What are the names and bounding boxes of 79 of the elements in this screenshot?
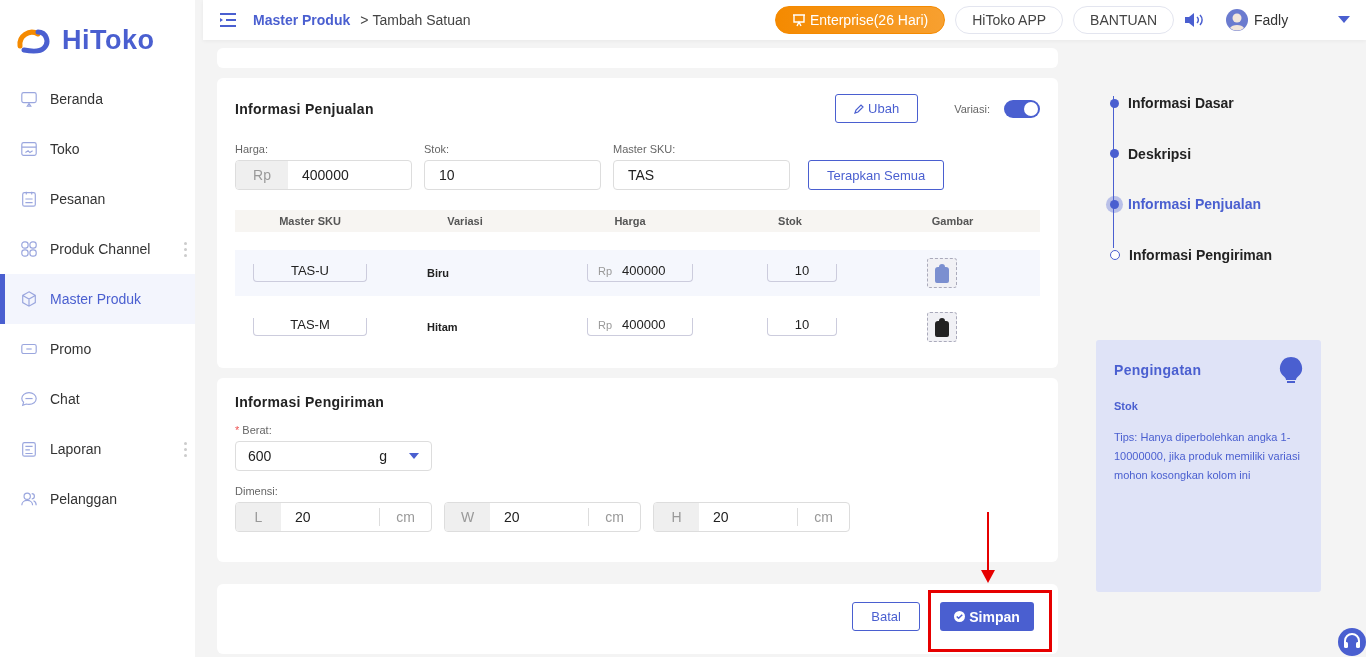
- table-cell-text: Biru: [426, 267, 450, 279]
- chat-bubble-icon: [20, 390, 38, 408]
- sidebar-item[interactable]: Master Produk: [0, 274, 195, 324]
- backpack-icon[interactable]: [935, 317, 949, 337]
- variation-toggle[interactable]: [1004, 99, 1040, 118]
- sidebar-item[interactable]: Pelanggan: [0, 474, 195, 524]
- column-header: Stok: [777, 215, 803, 227]
- grid-icon: [20, 240, 38, 258]
- cube-icon: [20, 290, 38, 308]
- reminder-text: Tips: Hanya diperbolehkan angka 1-10000000, jika produk memiliki variasi mohon kosongkan kolom ini: [1114, 430, 1301, 483]
- report-icon: [20, 440, 38, 458]
- step-item[interactable]: Informasi Penjualan: [1110, 179, 1321, 230]
- step-item[interactable]: Informasi Pengiriman: [1110, 229, 1321, 280]
- column-header: Master SKU: [278, 215, 342, 227]
- field-label: Stok:: [424, 143, 451, 155]
- breadcrumb-link[interactable]: Master Produk: [253, 12, 351, 28]
- step-dot-icon: [1110, 249, 1120, 260]
- presentation-board-icon: [791, 13, 806, 27]
- field-label: Berat:: [242, 424, 272, 436]
- section-title: Informasi Pengiriman: [235, 394, 386, 410]
- input-field[interactable]: Rp 400000: [235, 160, 412, 190]
- dimension-field[interactable]: W 20 cm: [444, 502, 641, 532]
- sidebar-item[interactable]: Promo: [0, 324, 195, 374]
- dimension-field[interactable]: L 20 cm: [235, 502, 432, 532]
- step-item[interactable]: Deskripsi: [1110, 128, 1321, 179]
- field-label: Dimensi:: [235, 485, 279, 497]
- weight-select[interactable]: 600 g: [235, 441, 432, 471]
- monitor-icon: [20, 90, 38, 108]
- price-field[interactable]: Rp 400000: [587, 264, 693, 282]
- column-header: Harga: [613, 215, 647, 227]
- app-button[interactable]: HiToko APP: [955, 6, 1064, 34]
- sidebar-item[interactable]: Pesanan: [0, 174, 195, 224]
- clipboard-icon: [20, 190, 38, 208]
- stock-field[interactable]: 10: [767, 264, 837, 282]
- sku-field[interactable]: TAS-U: [253, 264, 367, 282]
- speaker-icon[interactable]: [1184, 12, 1204, 28]
- required-mark: *: [235, 424, 240, 436]
- column-header: Variasi: [446, 215, 484, 227]
- breadcrumb-current: Tambah Satuan: [372, 12, 471, 28]
- pencil-icon: [854, 103, 865, 114]
- sidebar-item[interactable]: Beranda: [0, 74, 195, 124]
- store-icon: [20, 140, 38, 158]
- cancel-button[interactable]: Batal: [852, 602, 920, 631]
- user-name[interactable]: Fadly: [1254, 12, 1289, 28]
- input-field[interactable]: 10: [424, 160, 601, 190]
- dimension-field[interactable]: H 20 cm: [653, 502, 850, 532]
- caret-icon: [409, 453, 419, 459]
- table-cell-text: Hitam: [426, 321, 459, 333]
- column-header: Gambar: [930, 215, 975, 227]
- check-circle-icon: [954, 611, 966, 622]
- edit-button[interactable]: Ubah: [835, 94, 919, 123]
- breadcrumb-separator: >: [360, 12, 369, 28]
- avatar-icon[interactable]: [1226, 9, 1248, 31]
- caret-icon[interactable]: [1338, 16, 1350, 24]
- lightbulb-icon: [1279, 356, 1303, 384]
- reminder-title: Pengingatan: [1114, 362, 1202, 378]
- price-field[interactable]: Rp 400000: [587, 318, 693, 336]
- annotation-arrow: [980, 512, 996, 584]
- sku-field[interactable]: TAS-M: [253, 318, 367, 336]
- field-label: Harga:: [235, 143, 270, 155]
- apply-all-button[interactable]: Terapkan Semua: [808, 160, 945, 190]
- currency-prefix: Rp: [236, 161, 288, 189]
- section-title: Informasi Penjualan: [235, 100, 374, 117]
- input-field[interactable]: TAS: [613, 160, 790, 190]
- logo-text: HiToko: [62, 24, 155, 56]
- reminder-subtitle: Stok: [1114, 400, 1139, 412]
- sidebar-item[interactable]: Laporan: [0, 424, 195, 474]
- sidebar-item[interactable]: Produk Channel: [0, 224, 195, 274]
- headset-icon[interactable]: [1338, 628, 1366, 656]
- people-icon: [20, 490, 38, 508]
- variation-label: Variasi:: [954, 102, 990, 115]
- help-button[interactable]: BANTUAN: [1073, 6, 1174, 34]
- save-button[interactable]: Simpan: [940, 602, 1034, 631]
- stock-field[interactable]: 10: [767, 318, 837, 336]
- field-label: Master SKU:: [613, 143, 677, 155]
- sidebar-item[interactable]: Toko: [0, 124, 195, 174]
- menu-icon[interactable]: [219, 12, 237, 28]
- sidebar-item[interactable]: Chat: [0, 374, 195, 424]
- step-item[interactable]: Informasi Dasar: [1110, 78, 1321, 129]
